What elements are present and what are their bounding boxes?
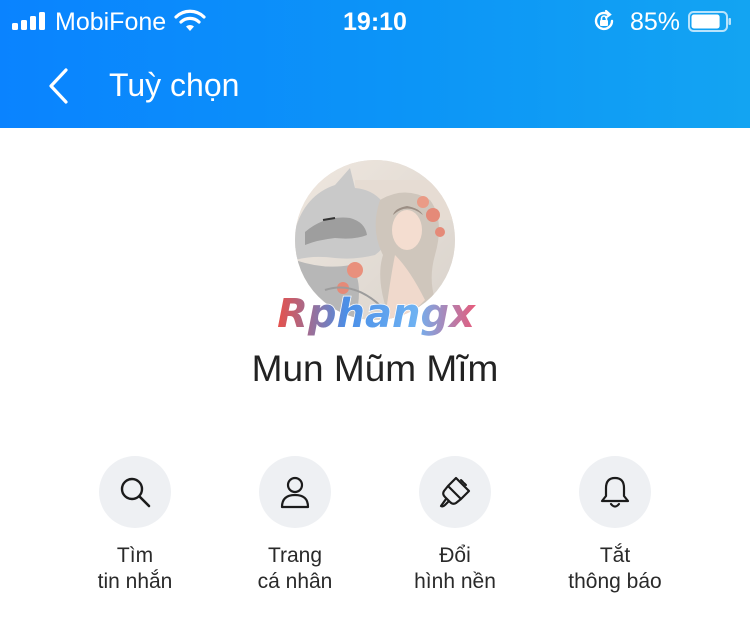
page-title: Tuỳ chọn <box>109 67 240 103</box>
mute-notifications-label: Tắt thông báo <box>568 544 662 593</box>
profile-name: Mun Mũm Mĩm <box>251 348 499 389</box>
personal-page-icon-circle <box>259 456 331 528</box>
personal-page-button[interactable]: Trang cá nhân <box>210 456 380 606</box>
change-wallpaper-icon-circle <box>419 456 491 528</box>
orientation-lock-icon <box>594 9 614 31</box>
chevron-left-icon <box>49 68 68 104</box>
header-bar: MobiFone 19:10 85% Tuỳ chọn <box>0 0 750 128</box>
battery-percentage: 85% <box>630 8 681 36</box>
change-wallpaper-label: Đổi hình nền <box>414 544 496 593</box>
back-button[interactable] <box>36 64 82 108</box>
watermark-logo: Rphangx <box>276 290 477 338</box>
battery-icon <box>688 11 731 32</box>
person-icon <box>280 476 310 509</box>
search-messages-button[interactable]: Tìm tin nhắn <box>50 456 220 606</box>
mute-notifications-button[interactable]: Tắt thông báo <box>530 456 700 606</box>
status-bar: MobiFone 19:10 85% <box>0 0 750 44</box>
paintbrush-icon <box>439 476 471 508</box>
change-wallpaper-button[interactable]: Đổi hình nền <box>370 456 540 606</box>
search-messages-label: Tìm tin nhắn <box>97 544 173 593</box>
watermark-text: Rphangx <box>277 291 476 337</box>
bell-icon <box>600 476 630 508</box>
search-icon <box>120 477 151 508</box>
search-messages-icon-circle <box>99 456 171 528</box>
mute-notifications-icon-circle <box>579 456 651 528</box>
personal-page-label: Trang cá nhân <box>257 544 333 593</box>
